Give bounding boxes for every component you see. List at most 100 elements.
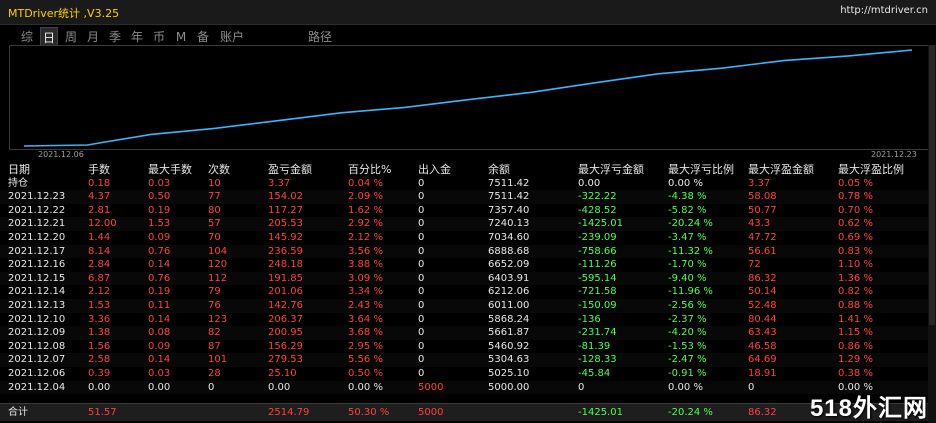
table-row[interactable]: 2021.12.13 1.53 0.11 76 142.76 2.43 % 0 6011.00…: [0, 299, 928, 313]
column-header[interactable]: 最大浮亏金额: [578, 163, 644, 177]
table-cell: 80: [208, 204, 221, 216]
table-row[interactable]: 2021.12.14 2.12 0.19 79 201.06 3.34 % 0 6212.06…: [0, 285, 928, 299]
tab-5[interactable]: 年: [128, 27, 146, 47]
table-cell: 57: [208, 218, 221, 230]
column-header[interactable]: 最大浮亏比例: [668, 163, 734, 177]
column-header[interactable]: 出入金: [418, 163, 451, 177]
tab-0[interactable]: 综: [18, 27, 36, 47]
table-cell: 0: [418, 177, 425, 189]
balance-line: [23, 49, 913, 147]
table-cell: 3.37: [268, 177, 291, 189]
table-cell: -2.56 %: [668, 300, 707, 311]
table-cell: 12.00: [88, 218, 117, 230]
table-row[interactable]: 持仓 0.18 0.03 10 3.37 0.04 % 0 7511.42 0.00 0.00 %…: [0, 177, 928, 191]
table-cell: 0.14: [148, 259, 171, 271]
column-header[interactable]: 盈亏金额: [268, 163, 312, 177]
table-cell: -45.84: [578, 368, 611, 379]
table-cell: 5661.87: [488, 327, 530, 339]
table-row[interactable]: 2021.12.10 3.36 0.14 123 206.37 3.64 % 0 5868.2…: [0, 313, 928, 327]
column-header[interactable]: 次数: [208, 163, 230, 177]
tab-8[interactable]: 备: [194, 27, 212, 47]
column-header[interactable]: 手数: [88, 163, 110, 177]
table-row[interactable]: 2021.12.17 8.14 0.76 104 236.59 3.56 % 0 6888.6…: [0, 244, 928, 259]
scrollbar-thumb[interactable]: [929, 45, 935, 325]
table-row[interactable]: 2021.12.07 2.58 0.14 101 279.53 5.56 % 0 5304.6…: [0, 353, 928, 367]
table-cell: 0.70 %: [838, 204, 873, 216]
table-cell: 0.76: [148, 245, 171, 257]
table-row[interactable]: 2021.12.09 1.38 0.08 82 200.95 3.68 % 0 5661.87…: [0, 326, 928, 340]
table-cell: 0.50: [148, 191, 171, 203]
total-cell: -1425.01: [578, 407, 623, 418]
table-row[interactable]: 2021.12.16 2.84 0.14 120 248.18 3.88 % 0 6652.0…: [0, 258, 928, 272]
table-row[interactable]: 2021.12.15 6.87 0.76 112 191.85 3.09 % 0 6403.9…: [0, 271, 928, 286]
website-link[interactable]: http://mtdriver.cn: [840, 5, 928, 16]
tab-6[interactable]: 币: [150, 27, 168, 47]
table-cell: 0: [418, 272, 425, 284]
column-header[interactable]: 日期: [8, 163, 30, 177]
table-cell: 0: [748, 381, 755, 393]
tab-4[interactable]: 季: [106, 27, 124, 47]
table-cell: 145.92: [268, 232, 303, 243]
tab-3[interactable]: 月: [84, 27, 102, 47]
table-cell: -595.14: [578, 272, 617, 284]
table-cell: 248.18: [268, 259, 303, 271]
tab-7[interactable]: M: [172, 27, 190, 47]
table-cell: 7511.42: [488, 191, 530, 203]
vertical-scrollbar[interactable]: [928, 45, 936, 423]
table-cell: -239.09: [578, 232, 617, 243]
table-cell: 5460.92: [488, 340, 530, 352]
table-cell: 1.15 %: [838, 327, 873, 339]
table-cell: -20.24 %: [668, 218, 713, 230]
table-row[interactable]: 2021.12.08 1.56 0.09 87 156.29 2.95 % 0 5460.92…: [0, 340, 928, 354]
table-cell: 0.19: [148, 204, 171, 216]
table-cell: -5.82 %: [668, 204, 707, 216]
table-row[interactable]: 2021.12.22 2.81 0.19 80 117.27 1.62 % 0 7357.40…: [0, 204, 928, 218]
table-cell: 持仓: [8, 177, 28, 189]
column-header[interactable]: 最大浮盈比例: [838, 163, 904, 177]
table-row[interactable]: 2021.12.06 0.39 0.03 28 25.10 0.50 % 0 5025.10 -…: [0, 367, 928, 381]
table-cell: 3.56 %: [348, 245, 383, 257]
table-cell: -111.26: [578, 259, 617, 271]
table-cell: 117.27: [268, 204, 303, 216]
total-cell: -20.24 %: [668, 407, 713, 418]
table-cell: -150.09: [578, 300, 617, 311]
table-cell: 2021.12.14: [8, 286, 66, 298]
table-cell: 0: [418, 232, 425, 243]
column-header[interactable]: 百分比%: [348, 163, 391, 177]
table-cell: 5.56 %: [348, 354, 383, 366]
table-cell: 6212.06: [488, 286, 530, 298]
table-cell: 87: [208, 340, 221, 352]
app-title: MTDriver统计 ,V3.25: [8, 7, 120, 20]
table-cell: 0.82 %: [838, 286, 873, 298]
table-cell: 0.14: [148, 313, 171, 325]
table-cell: 2021.12.06: [8, 368, 66, 379]
tab-10[interactable]: 路径: [306, 27, 334, 47]
column-header[interactable]: 余额: [488, 163, 510, 177]
table-cell: 7240.13: [488, 218, 530, 230]
table-cell: 0: [418, 245, 425, 257]
total-row: 合计 51.57 2514.79 50.30 % 5000 -1425.01 -20.24 …: [0, 403, 928, 421]
column-header[interactable]: 最大浮盈金额: [748, 163, 814, 177]
table-row[interactable]: 2021.12.20 1.44 0.09 70 145.92 2.12 % 0 7034.60…: [0, 231, 928, 245]
total-cell: 86.32: [748, 407, 777, 418]
table-cell: -1.53 %: [668, 340, 707, 352]
table-cell: 200.95: [268, 327, 303, 339]
table-cell: 1.10 %: [838, 259, 873, 271]
tab-9[interactable]: 账户: [218, 27, 246, 47]
table-cell: 77: [208, 191, 221, 203]
table-cell: 3.37: [748, 177, 771, 189]
tab-2[interactable]: 周: [62, 27, 80, 47]
table-row[interactable]: 2021.12.23 4.37 0.50 77 154.02 2.09 % 0 7511.42…: [0, 190, 928, 204]
table-cell: 1.62 %: [348, 204, 383, 216]
column-header[interactable]: 最大手数: [148, 163, 192, 177]
table-cell: 6652.09: [488, 259, 530, 271]
table-cell: 0.00 %: [348, 381, 383, 393]
table-cell: 3.09 %: [348, 272, 383, 284]
table-cell: -9.40 %: [668, 272, 707, 284]
table-row[interactable]: 2021.12.04 0.00 0.00 0 0.00 0.00 % 5000 5000.00…: [0, 380, 928, 395]
table-cell: 0.09: [148, 232, 171, 243]
total-cell: 50.30 %: [348, 407, 390, 418]
table-cell: 76: [208, 300, 221, 311]
table-row[interactable]: 2021.12.21 12.00 1.53 57 205.53 2.92 % 0 7240.1…: [0, 217, 928, 231]
tab-1[interactable]: 日: [40, 27, 58, 47]
